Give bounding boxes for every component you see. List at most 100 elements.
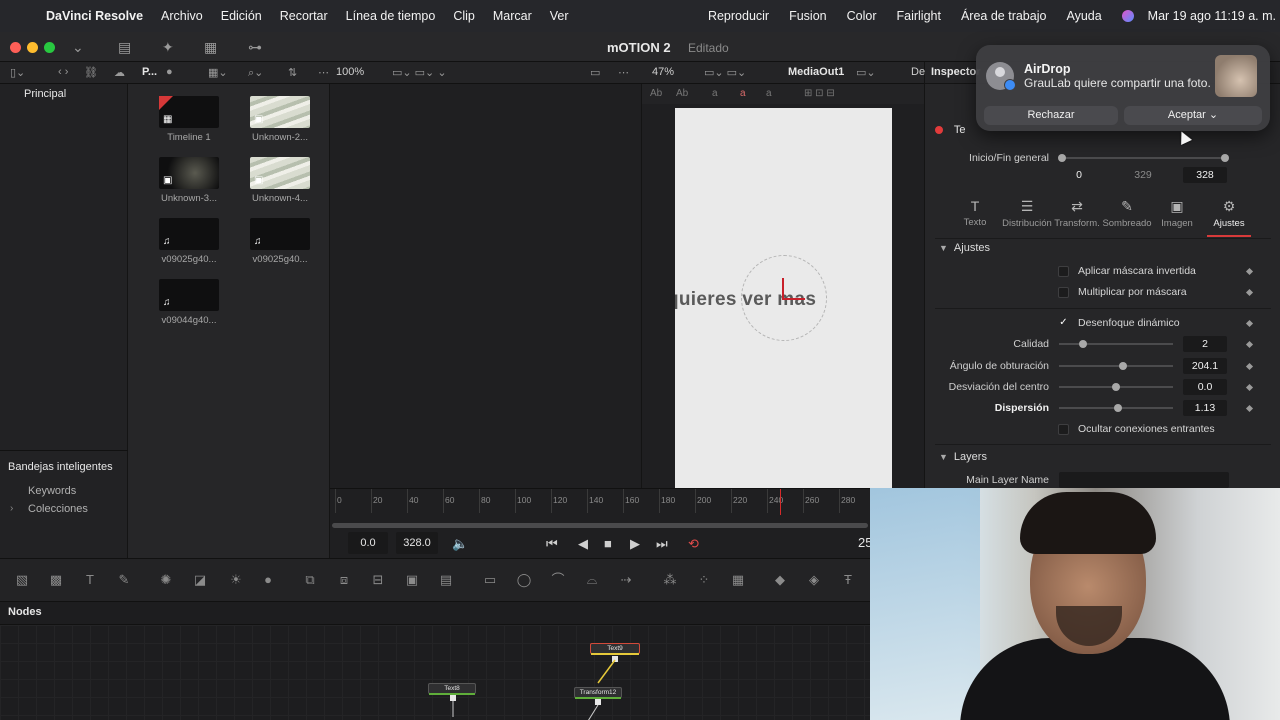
image-tool-icon[interactable]: ▩ [48, 573, 64, 587]
channel-booleans-icon[interactable]: ⧈ [336, 573, 352, 587]
keyframe-diamond-icon[interactable] [1245, 267, 1254, 276]
menu-color[interactable]: Color [847, 9, 877, 23]
more-options-icon[interactable]: ⋯ [318, 66, 329, 79]
go-to-start-icon[interactable]: ⏮ [546, 536, 558, 552]
menu-area-de-trabajo[interactable]: Área de trabajo [961, 9, 1046, 23]
grid-snap-icon[interactable]: ⊞ ⊡ ⊟ [804, 88, 835, 99]
keyframe-diamond-icon[interactable] [1245, 404, 1254, 413]
tab-sombreado[interactable]: ✎ Sombreado [1101, 198, 1153, 229]
clip-thumbnail-image[interactable]: ▣ [159, 157, 219, 189]
range-end-handle[interactable] [1221, 154, 1229, 162]
menu-fusion[interactable]: Fusion [789, 9, 827, 23]
left-viewer-empty[interactable] [330, 84, 642, 488]
frame-icon[interactable]: ▭ [590, 66, 600, 79]
menu-clock[interactable]: Mar 19 ago 11:19 a. m. [1148, 9, 1276, 23]
render-end-field[interactable]: 328.0 [396, 532, 438, 554]
motion-blur-checkbox[interactable]: ✓ [1058, 318, 1069, 329]
transform-axis-horizontal[interactable] [783, 298, 805, 300]
3d-text-icon[interactable]: Ŧ [840, 573, 856, 587]
chevron-right-icon[interactable]: › [10, 503, 13, 514]
text-tool-a-3[interactable]: a [766, 88, 772, 99]
panel-name[interactable]: P... [142, 66, 157, 78]
fullscreen-window-button[interactable] [44, 42, 55, 53]
paint-tool-icon[interactable]: ✎ [116, 573, 132, 587]
keyframe-diamond-icon[interactable] [1245, 340, 1254, 349]
clips-icon[interactable]: ▦ [204, 39, 217, 56]
stop-icon[interactable]: ■ [604, 536, 612, 551]
record-dot-icon[interactable]: ● [166, 66, 173, 78]
planar-tracker-icon[interactable]: ⁘ [696, 573, 712, 587]
sort-icon[interactable]: ⇅ [288, 66, 297, 79]
merge-tool-icon[interactable]: ⧉ [302, 573, 318, 587]
smart-bin-collections[interactable]: Colecciones [28, 503, 88, 515]
right-zoom-select[interactable]: 47% [652, 66, 674, 78]
transform-tool-icon[interactable]: ⇢ [618, 573, 634, 587]
menu-app-name[interactable]: DaVinci Resolve [46, 9, 143, 23]
dropdown-square-icon[interactable]: ⌄ [72, 39, 84, 56]
shutter-angle-field[interactable]: 204.1 [1183, 358, 1227, 374]
quality-slider-knob[interactable] [1079, 340, 1087, 348]
main-layer-name-field[interactable] [1059, 472, 1229, 488]
text-tool-ab-2[interactable]: Ab [676, 88, 688, 99]
keyframe-diamond-icon[interactable] [1245, 362, 1254, 371]
go-to-end-icon[interactable]: ⏭ [656, 536, 668, 552]
brightness-tool-icon[interactable]: ☀ [228, 573, 244, 587]
spread-slider-knob[interactable] [1114, 404, 1122, 412]
sidebar-toggle-icon[interactable]: ▯⌄ [10, 66, 25, 79]
menu-edicion[interactable]: Edición [221, 9, 262, 23]
tab-transform[interactable]: ⇄ Transform. [1051, 198, 1103, 229]
quality-field[interactable]: 2 [1183, 336, 1227, 352]
center-bias-field[interactable]: 0.0 [1183, 379, 1227, 395]
center-bias-slider-knob[interactable] [1112, 383, 1120, 391]
menu-clip[interactable]: Clip [453, 9, 475, 23]
tool-enabled-icon[interactable] [935, 126, 943, 135]
minimize-window-button[interactable] [27, 42, 38, 53]
ellipse-mask-icon[interactable]: ◯ [516, 573, 532, 587]
scrub-bar[interactable] [332, 523, 868, 528]
play-reverse-icon[interactable]: ◀ [578, 536, 588, 552]
tab-ajustes[interactable]: ⚙ Ajustes [1203, 198, 1255, 229]
clip-thumbnail-image[interactable]: ▣ [250, 96, 310, 128]
effects-wand-icon[interactable]: ✦ [162, 39, 174, 56]
playhead[interactable] [780, 489, 781, 515]
clip-thumbnail-audio[interactable]: ♫ [159, 218, 219, 250]
shutter-angle-slider-knob[interactable] [1119, 362, 1127, 370]
apply-mask-inverted-checkbox[interactable] [1058, 266, 1069, 277]
transform-axis-vertical[interactable] [782, 278, 784, 300]
bin-principal[interactable]: Principal [24, 88, 66, 100]
color-corrector-icon[interactable]: ◪ [192, 573, 208, 587]
siri-icon[interactable] [1121, 10, 1134, 22]
ellipsis-icon[interactable]: ⋯ [618, 66, 629, 79]
range-start-field[interactable]: 0 [1057, 167, 1101, 183]
hide-incoming-connections-checkbox[interactable] [1058, 424, 1069, 435]
text-tool-icon[interactable]: T [82, 573, 98, 587]
matte-control-icon[interactable]: ⊟ [370, 573, 386, 587]
blur-tool-icon[interactable]: ● [260, 573, 276, 587]
accept-button[interactable]: Aceptar ⌄ [1124, 106, 1262, 125]
airdrop-notification[interactable]: AirDrop GrauLab quiere compartir una fot… [976, 45, 1270, 131]
multiply-by-mask-checkbox[interactable] [1058, 287, 1069, 298]
grid-view-icon[interactable]: ▦⌄ [208, 66, 228, 79]
right-viewer[interactable]: Ab Ab a a a ⊞ ⊡ ⊟ quieres ver mas [642, 84, 924, 488]
clip-thumbnail-timeline[interactable]: ▦ [159, 96, 219, 128]
clip-thumbnail-audio[interactable]: ♫ [159, 279, 219, 311]
smart-bin-keywords[interactable]: Keywords [28, 485, 76, 497]
menu-ver[interactable]: Ver [550, 9, 569, 23]
saver-tool-icon[interactable]: ▤ [438, 573, 454, 587]
media-pool-icon[interactable]: ▤ [118, 39, 131, 56]
smart-bins-header[interactable]: Bandejas inteligentes [8, 461, 113, 473]
right-view-options-icon[interactable]: ▭⌄ ▭⌄ [704, 66, 746, 79]
tab-imagen[interactable]: ▣ Imagen [1151, 198, 1203, 229]
node-editor-canvas[interactable]: Text8 Text9 Transform12 [0, 624, 870, 720]
rectangle-mask-icon[interactable]: ▭ [482, 573, 498, 587]
volume-icon[interactable]: 🔈 [452, 536, 468, 552]
menu-reproducir[interactable]: Reproducir [708, 9, 769, 23]
composition-canvas[interactable]: quieres ver mas [675, 108, 892, 488]
viewer-output-name[interactable]: MediaOut1 [788, 66, 844, 78]
keyframe-diamond-icon[interactable] [1245, 288, 1254, 297]
quality-slider-track[interactable] [1059, 343, 1173, 345]
link-icon[interactable]: ⛓ [84, 66, 98, 79]
grid-warp-icon[interactable]: ▦ [730, 573, 746, 587]
menu-fairlight[interactable]: Fairlight [897, 9, 941, 23]
left-view-options-icon[interactable]: ▭⌄ ▭⌄ ⌄ [392, 66, 447, 79]
